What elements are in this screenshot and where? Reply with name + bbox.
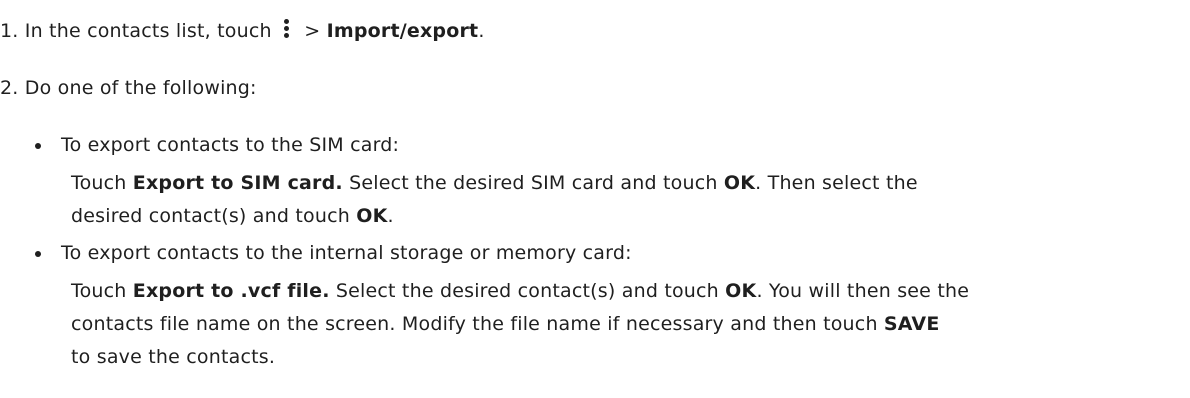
- text-run: .: [387, 205, 394, 227]
- text-run: . Then select the: [755, 172, 918, 194]
- text-run: Touch: [71, 172, 133, 194]
- option-vcf-line-2: contacts file name on the screen. Modify…: [71, 313, 940, 335]
- option-sim-heading-text: To export contacts to the SIM card:: [61, 134, 400, 156]
- bullet-icon: [35, 251, 41, 257]
- more-vert-icon: [282, 19, 292, 39]
- text-run: contacts file name on the screen. Modify…: [71, 313, 884, 335]
- export-to-sim-label: Export to SIM card.: [132, 172, 343, 194]
- step-1-text: 1. In the contacts list, touch: [0, 20, 272, 42]
- option-vcf-heading: To export contacts to the internal stora…: [35, 242, 632, 264]
- export-to-vcf-label: Export to .vcf file.: [132, 280, 330, 302]
- text-run: Touch: [71, 280, 133, 302]
- import-export-menu-item: Import/export: [326, 20, 479, 42]
- ok-label: OK: [356, 205, 388, 227]
- ok-label: OK: [725, 280, 757, 302]
- text-run: Select the desired SIM card and touch: [342, 172, 724, 194]
- instructions-page: 1. In the contacts list, touch > Import/…: [0, 0, 1190, 398]
- option-vcf-line-1: Touch Export to .vcf file. Select the de…: [71, 280, 969, 302]
- step-1-end: .: [478, 20, 485, 42]
- bullet-icon: [35, 143, 41, 149]
- step-1-arrow: >: [297, 20, 327, 42]
- option-sim-line-2: desired contact(s) and touch OK.: [71, 205, 394, 227]
- step-2: 2. Do one of the following:: [0, 77, 257, 99]
- option-vcf-heading-text: To export contacts to the internal stora…: [61, 242, 632, 264]
- save-label: SAVE: [883, 313, 940, 335]
- text-run: desired contact(s) and touch: [71, 205, 357, 227]
- ok-label: OK: [723, 172, 756, 194]
- option-sim-line-1: Touch Export to SIM card. Select the des…: [71, 172, 918, 194]
- option-sim-heading: To export contacts to the SIM card:: [35, 134, 399, 156]
- step-1: 1. In the contacts list, touch > Import/…: [0, 19, 485, 42]
- option-vcf-line-3: to save the contacts.: [71, 346, 276, 368]
- text-run: . You will then see the: [756, 280, 970, 302]
- text-run: Select the desired contact(s) and touch: [329, 280, 726, 302]
